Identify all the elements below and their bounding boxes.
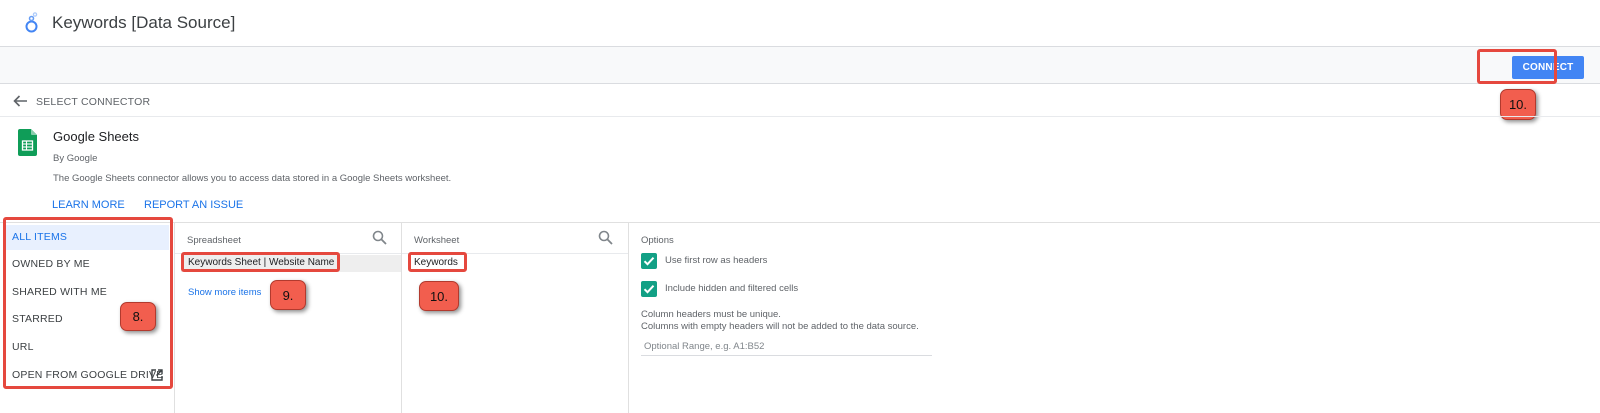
looker-studio-icon (25, 12, 38, 33)
step-badge-spreadsheet: 9. (270, 280, 306, 310)
connector-author: By Google (53, 153, 98, 164)
options-header: Options (641, 235, 674, 246)
sidebar-item-starred[interactable]: STARRED (12, 313, 63, 325)
connect-button[interactable]: CONNECT (1512, 56, 1584, 79)
step-badge-sidebar: 8. (120, 302, 156, 331)
optional-range-input[interactable] (641, 337, 932, 356)
back-arrow-icon[interactable] (12, 94, 28, 108)
report-issue-link[interactable]: REPORT AN ISSUE (144, 199, 243, 211)
checkmark-icon (643, 285, 655, 294)
first-row-headers-checkbox[interactable] (641, 253, 657, 269)
worksheet-item[interactable]: Keywords (414, 257, 458, 268)
include-hidden-checkbox[interactable] (641, 281, 657, 297)
worksheet-header: Worksheet (414, 235, 460, 246)
spreadsheet-header: Spreadsheet (187, 235, 241, 246)
include-hidden-label: Include hidden and filtered cells (665, 283, 799, 294)
search-icon[interactable] (372, 230, 387, 245)
headers-unique-note: Column headers must be unique. (641, 309, 781, 320)
connector-name: Google Sheets (53, 129, 140, 144)
step-badge-worksheet: 10. (419, 281, 459, 311)
sidebar-divider (174, 223, 175, 413)
select-connector-label[interactable]: SELECT CONNECTOR (36, 96, 150, 108)
app-header (0, 0, 1600, 47)
breadcrumb (0, 84, 1600, 117)
checkmark-icon (643, 257, 655, 266)
external-link-icon[interactable] (151, 369, 163, 381)
panel-top-divider (0, 222, 1600, 223)
page-title: Keywords [Data Source] (52, 13, 236, 32)
sidebar-item-owned-by-me[interactable]: OWNED BY ME (12, 258, 90, 270)
sidebar-item-open-from-drive[interactable]: OPEN FROM GOOGLE DRIVE (12, 369, 163, 381)
empty-headers-note: Columns with empty headers will not be a… (641, 321, 919, 332)
sidebar-item-url[interactable]: URL (12, 341, 34, 353)
spreadsheet-item[interactable]: Keywords Sheet | Website Name (188, 257, 334, 268)
google-sheets-icon (18, 129, 37, 156)
show-more-link[interactable]: Show more items (188, 287, 261, 298)
first-row-headers-label: Use first row as headers (665, 255, 768, 266)
action-bar (0, 47, 1600, 84)
spreadsheet-divider (401, 223, 402, 413)
connector-description: The Google Sheets connector allows you t… (53, 173, 452, 184)
spreadsheet-header-divider (175, 253, 401, 254)
search-icon[interactable] (598, 230, 613, 245)
worksheet-header-divider (402, 253, 628, 254)
learn-more-link[interactable]: LEARN MORE (52, 199, 125, 211)
sidebar-item-all-items[interactable]: ALL ITEMS (12, 231, 67, 243)
worksheet-divider (628, 223, 629, 413)
sidebar-item-shared-with-me[interactable]: SHARED WITH ME (12, 286, 107, 298)
